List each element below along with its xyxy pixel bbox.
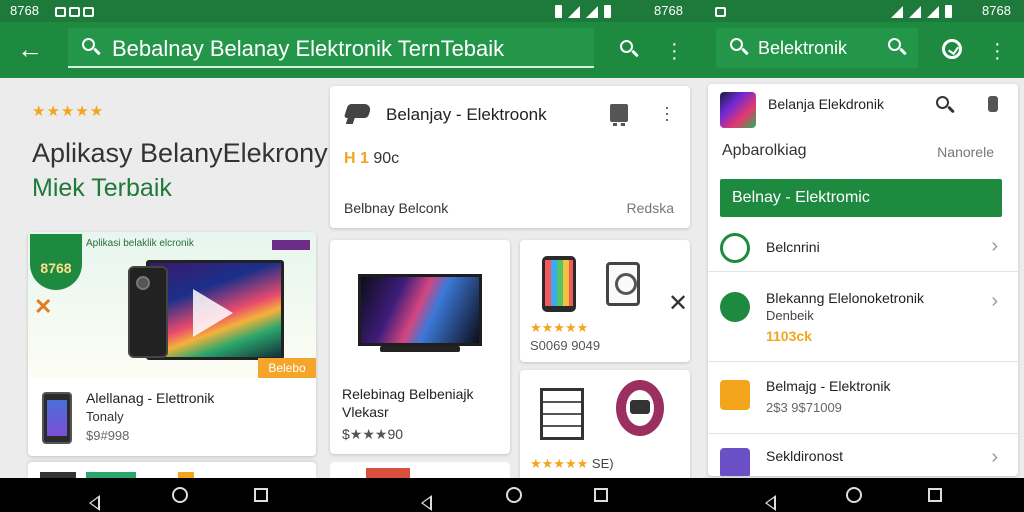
more-options-icon[interactable]: · · · (664, 98, 670, 128)
system-navigation-bar (0, 478, 1024, 512)
product-card-top[interactable]: Belanjay - Elektroonk · · · H 1 90c Belbna… (330, 86, 690, 228)
search-query-secondary: Belektronik (758, 38, 848, 58)
phone-image (128, 266, 168, 358)
card-title: Belanjay - Elektroonk (386, 105, 547, 124)
search-submit-icon[interactable] (886, 36, 908, 58)
status-time-right: 8768 (982, 3, 1011, 18)
list-item-subtitle: Denbeik (766, 308, 814, 323)
signal-icons-right (888, 3, 955, 19)
status-bar: 8768 8768 8768 (0, 0, 1024, 22)
menu-icon[interactable] (988, 96, 998, 112)
product-card-phone[interactable]: ★★★★★ S0069 9049 (520, 240, 690, 362)
featured-banner: 8768 Aplikasi belaklik elcronik ✕ Belebo (28, 232, 316, 378)
product-price: S0069 9049 (530, 338, 601, 353)
card-footer-left: Belbnay Belconk (344, 200, 449, 216)
product-subtitle: Tonaly (86, 409, 124, 424)
chevron-right-icon: › (991, 235, 998, 257)
nav-back-icon[interactable] (88, 495, 100, 511)
status-time-left: 8768 (10, 3, 39, 18)
page-title: Aplikasy BelanyElekrony (32, 138, 328, 168)
more-options-icon[interactable]: · · · (671, 34, 678, 68)
smartphone-image (542, 256, 576, 312)
next-card-peek (28, 462, 316, 478)
app-logo (720, 92, 756, 128)
search-query-main: Bebalnay Belanay Elektronik TernTebaik (112, 36, 505, 61)
smartband-image (616, 380, 664, 436)
app-bar: ← Bebalnay Belanay Elektronik TernTebaik… (0, 22, 1024, 78)
list-item[interactable]: Belcnrini › (708, 224, 1018, 272)
card-footer-right[interactable]: Redska (627, 200, 674, 216)
list-item-price: 2$3 9$71009 (766, 400, 842, 415)
chevron-right-icon: › (991, 446, 998, 468)
card-price: H 1 90c (344, 150, 400, 167)
monitor-stand (380, 346, 460, 352)
drill-icon (343, 104, 373, 118)
rating-stars: ★★★★★ (530, 320, 589, 335)
close-icon[interactable]: ✕ (668, 292, 688, 316)
server-rack-image (540, 388, 584, 440)
product-name: Relebinag Belbeniajk (342, 386, 474, 402)
list-item[interactable]: Blekanng Elelonoketronik Denbeik 1103ck … (708, 274, 1018, 362)
star-app-icon (720, 380, 750, 410)
nav-home-icon[interactable] (846, 487, 862, 503)
search-field-main[interactable]: Bebalnay Belanay Elektronik TernTebaik (68, 28, 594, 68)
search-icon-button[interactable] (618, 38, 640, 60)
nav-home-icon[interactable] (506, 487, 522, 503)
app-screen: 8768 8768 8768 ← Bebalnay Belanay Elektr… (0, 0, 1024, 512)
featured-product-card[interactable]: 8768 Aplikasi belaklik elcronik ✕ Belebo… (28, 232, 316, 456)
notification-icons (52, 3, 94, 18)
nav-back-icon[interactable] (764, 495, 776, 511)
search-icon[interactable] (934, 94, 956, 116)
list-item-title: Blekanng Elelonoketronik (766, 290, 924, 306)
panel-title: Belanja Elekdronik (768, 96, 884, 112)
nav-recents-icon[interactable] (254, 488, 268, 502)
nav-back-icon[interactable] (420, 495, 432, 511)
product-price: $9#998 (86, 428, 130, 443)
back-arrow-icon[interactable]: ← (14, 34, 46, 66)
banner-text: Aplikasi belaklik elcronik (86, 238, 194, 249)
app-icon (720, 233, 750, 263)
search-icon (80, 36, 102, 58)
watch-image (606, 262, 640, 306)
primary-button[interactable]: Belnay - Elektromic (720, 179, 1002, 217)
product-card-monitor[interactable]: Relebinag Belbeniajk Vlekasr $★★★90 (330, 240, 510, 454)
app-icon (720, 448, 750, 476)
list-item[interactable]: Sekldironost › (708, 436, 1018, 476)
badge-shield: 8768 (30, 234, 82, 290)
rating-stars: ★★★★★ (32, 103, 105, 120)
side-panel: Belanja Elekdronik Apbarolkiag Nanorele … (708, 84, 1018, 476)
next-card-peek (330, 462, 510, 478)
page-subtitle: Miek Terbaik (32, 174, 172, 202)
monitor-image (358, 274, 482, 346)
notification-icon-right (712, 3, 726, 18)
rating-stars: ★★★★★ SE) (530, 456, 614, 471)
search-field-secondary[interactable]: Belektronik (716, 28, 918, 68)
nav-recents-icon[interactable] (928, 488, 942, 502)
product-subtitle: Vlekasr (342, 404, 389, 420)
more-options-icon-right[interactable]: · · · (994, 34, 1001, 68)
list-item-title: Sekldironost (766, 448, 844, 464)
app-icon (720, 292, 750, 322)
chevron-right-icon: › (991, 290, 998, 312)
product-name: Alellanag - Elettronik (86, 390, 215, 406)
product-card-rack[interactable]: ★★★★★ SE) (520, 370, 690, 480)
panel-subtitle: Apbarolkiag (722, 142, 807, 159)
nav-recents-icon[interactable] (594, 488, 608, 502)
refresh-icon[interactable] (942, 39, 962, 59)
panel-subtitle-right[interactable]: Nanorele (937, 144, 994, 160)
signal-icons (552, 3, 614, 19)
promo-tag (272, 240, 310, 250)
shop-button[interactable]: Belebo (258, 358, 316, 378)
list-item-price: 1103ck (766, 328, 812, 344)
list-item-title: Belcnrini (766, 239, 820, 255)
nav-home-icon[interactable] (172, 487, 188, 503)
cart-icon[interactable] (610, 104, 628, 126)
search-icon (728, 36, 750, 58)
list-item-title: Belmajg - Elektronik (766, 378, 891, 394)
tools-icon: ✕ (34, 294, 53, 319)
product-thumbnail (42, 392, 72, 444)
product-price: $★★★90 (342, 426, 404, 442)
status-time-mid: 8768 (654, 3, 683, 18)
list-item[interactable]: Belmajg - Elektronik 2$3 9$71009 (708, 364, 1018, 434)
